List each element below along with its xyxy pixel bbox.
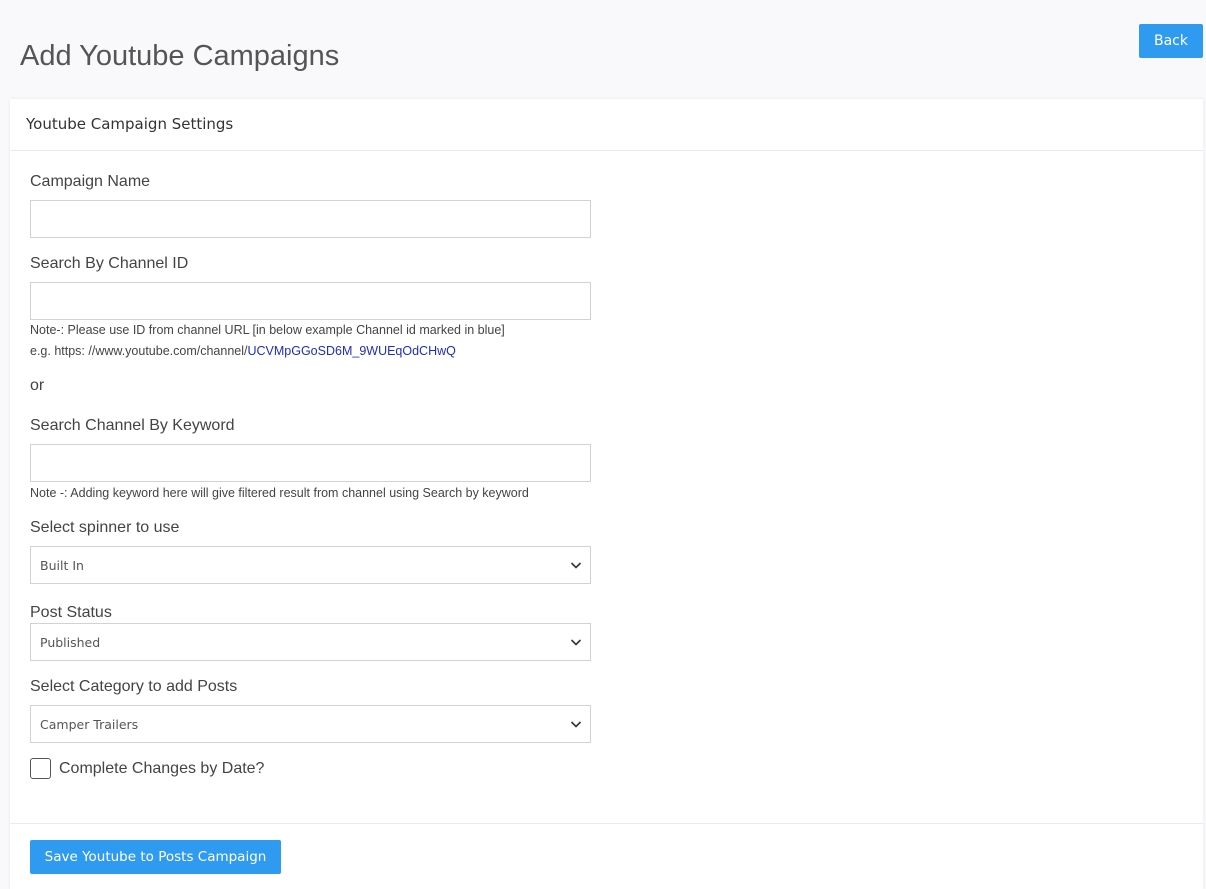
save-campaign-button[interactable]: Save Youtube to Posts Campaign [30, 840, 281, 874]
spinner-select[interactable]: Built In [30, 546, 591, 584]
complete-changes-label[interactable]: Complete Changes by Date? [59, 759, 264, 779]
back-button[interactable]: Back [1139, 24, 1203, 58]
channel-id-label: Search By Channel ID [30, 255, 189, 272]
post-status-select[interactable]: Published [30, 623, 591, 661]
keyword-label: Search Channel By Keyword [30, 417, 235, 434]
campaign-name-input[interactable] [30, 200, 591, 238]
channel-id-example-value: UCVMpGGoSD6M_9WUEqOdCHwQ [247, 344, 456, 358]
channel-id-note: Note-: Please use ID from channel URL [i… [30, 323, 505, 337]
card-header: Youtube Campaign Settings [10, 99, 1203, 151]
card-header-title: Youtube Campaign Settings [26, 115, 234, 133]
page-title: Add Youtube Campaigns [20, 40, 340, 72]
channel-id-example: e.g. https: //www.youtube.com/channel/UC… [30, 343, 456, 359]
chevron-down-icon [570, 721, 582, 728]
chevron-down-icon [570, 639, 582, 646]
campaign-name-label: Campaign Name [30, 173, 151, 190]
or-separator: or [30, 377, 45, 394]
post-status-label: Post Status [30, 604, 112, 621]
page: Add Youtube Campaigns Back Youtube Campa… [0, 0, 1206, 889]
category-select[interactable]: Camper Trailers [30, 705, 591, 743]
card-footer: Save Youtube to Posts Campaign [10, 823, 1203, 889]
spinner-label: Select spinner to use [30, 519, 180, 536]
channel-url-prefix: e.g. https: //www.youtube.com/channel/ [30, 344, 248, 358]
channel-id-input[interactable] [30, 282, 591, 320]
keyword-input[interactable] [30, 444, 591, 482]
post-status-selected-value: Published [40, 635, 101, 650]
campaign-settings-card: Youtube Campaign Settings Campaign Name … [10, 99, 1203, 889]
keyword-note: Note -: Adding keyword here will give fi… [30, 486, 529, 500]
complete-changes-checkbox[interactable] [30, 758, 51, 779]
chevron-down-icon [570, 562, 582, 569]
category-selected-value: Camper Trailers [40, 717, 139, 732]
category-label: Select Category to add Posts [30, 678, 238, 695]
spinner-selected-value: Built In [40, 558, 84, 573]
